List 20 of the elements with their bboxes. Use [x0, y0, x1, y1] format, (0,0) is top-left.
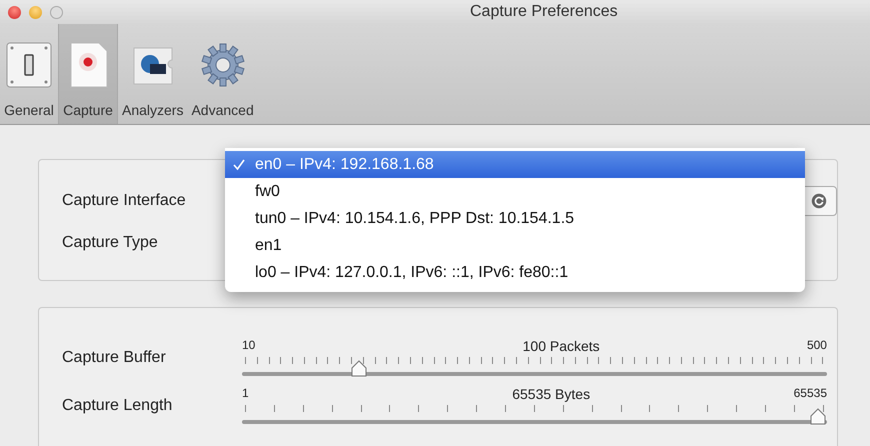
slider-max-label: 65535 [794, 386, 827, 402]
menu-item[interactable]: tun0 – IPv4: 10.154.1.6, PPP Dst: 10.154.1.5 [225, 205, 805, 232]
menu-item[interactable]: lo0 – IPv4: 127.0.0.1, IPv6: ::1, IPv6: fe80::1 [225, 259, 805, 286]
slider-label: Capture Length [62, 397, 174, 415]
menu-item[interactable]: fw0 [225, 178, 805, 205]
toolbar-tab[interactable]: Advanced [187, 24, 258, 124]
toolbar-tab[interactable]: Analyzers [118, 24, 188, 124]
slider-label: Capture Buffer [62, 349, 167, 367]
slider-min-label: 1 [242, 386, 249, 402]
menu-item[interactable]: en1 [225, 232, 805, 259]
slider-min-label: 10 [242, 338, 256, 354]
toolbar-tab[interactable]: General [0, 24, 58, 124]
slider-max-label: 500 [806, 338, 827, 354]
field-label: Capture Type [62, 234, 159, 252]
slider-reading: 100 Packets [522, 338, 600, 354]
field-label: Capture Interface [62, 192, 187, 210]
menu-item[interactable]: en0 – IPv4: 192.168.1.68 [225, 151, 805, 178]
toolbar-tab[interactable]: Capture [58, 24, 118, 124]
slider-reading: 65535 Bytes [512, 386, 590, 402]
window-title: Capture Preferences [470, 3, 618, 21]
